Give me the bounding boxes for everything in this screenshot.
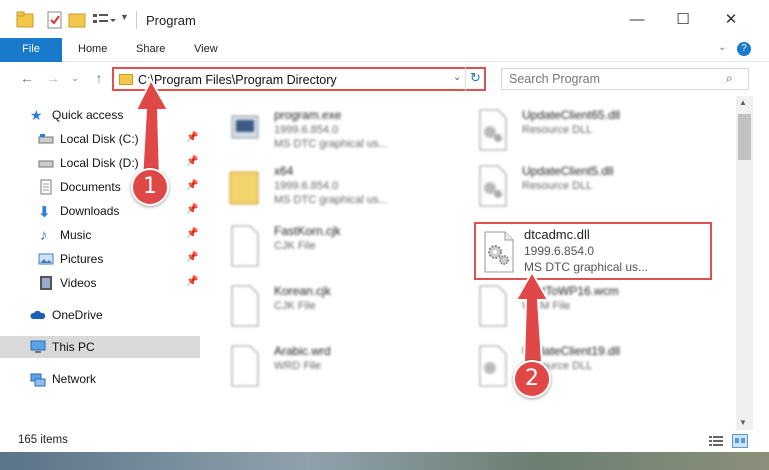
forward-arrow-icon[interactable]: →	[44, 68, 62, 88]
sidebar-item-pictures[interactable]: Pictures 📌	[0, 248, 200, 270]
folder-icon	[229, 171, 259, 205]
list-item[interactable]: FastKorn.cjk CJK File	[228, 220, 458, 274]
desktop-background	[0, 452, 769, 470]
drive-icon	[38, 160, 54, 168]
back-arrow-icon[interactable]: ←	[18, 68, 36, 88]
explorer-window: ▼ Program — ☐ ✕ File Home Share View ⌄ ?…	[0, 0, 769, 470]
tab-home[interactable]: Home	[78, 38, 107, 61]
refresh-icon[interactable]: ↻	[470, 70, 481, 86]
drive-icon	[38, 134, 54, 144]
properties-icon[interactable]	[46, 10, 64, 30]
videos-icon	[40, 276, 52, 290]
window-title: Program	[146, 13, 196, 28]
help-icon[interactable]: ?	[737, 42, 751, 56]
list-item[interactable]: Arabic.wrd WRD File	[228, 340, 458, 394]
tiles-view-icon[interactable]	[732, 434, 748, 448]
ribbon: File Home Share View ⌄ ?	[0, 38, 769, 92]
list-item[interactable]: UpdateClient5.dll Resource DLL	[476, 160, 706, 214]
tab-share[interactable]: Share	[136, 38, 165, 61]
list-item[interactable]: UpdateClient65.dll Resource DLL	[476, 104, 706, 158]
file-version: 1999.6.854.0	[524, 244, 595, 258]
callout-badge-2: 2	[513, 360, 551, 398]
pin-icon: 📌	[186, 204, 199, 215]
sidebar-item-downloads[interactable]: ⬇ Downloads 📌	[0, 200, 200, 222]
pin-icon: 📌	[186, 252, 199, 263]
details-view-icon[interactable]	[708, 435, 724, 447]
chevron-down-icon[interactable]: ▼	[120, 12, 129, 22]
minimize-button[interactable]: —	[614, 4, 660, 34]
dll-icon	[479, 165, 507, 207]
cloud-icon	[30, 310, 46, 319]
pin-icon: 📌	[186, 156, 199, 167]
pin-icon: 📌	[186, 228, 199, 239]
vertical-scrollbar[interactable]: ▲ ▼	[736, 96, 753, 430]
scroll-up-icon[interactable]: ▲	[739, 98, 747, 107]
sidebar-item-videos[interactable]: Videos 📌	[0, 272, 200, 294]
customize-toolbar-icon[interactable]	[92, 10, 116, 30]
music-icon: ♪	[40, 227, 48, 244]
dll-icon	[479, 109, 507, 151]
exe-icon	[231, 115, 259, 139]
list-item[interactable]: Korean.cjk CJK File	[228, 280, 458, 334]
tab-view[interactable]: View	[194, 38, 218, 61]
computer-icon	[30, 340, 46, 353]
title-bar: ▼ Program — ☐ ✕	[0, 0, 769, 38]
callout-arrow-2	[514, 272, 550, 363]
item-count: 165 items	[18, 434, 68, 446]
pictures-icon	[38, 253, 54, 265]
up-arrow-icon[interactable]: ↑	[90, 68, 108, 88]
title-separator	[136, 11, 137, 29]
search-input[interactable]: Search Program	[509, 72, 600, 86]
file-icon	[479, 285, 507, 327]
file-icon	[231, 345, 259, 387]
address-divider	[465, 67, 466, 91]
expand-ribbon-icon[interactable]: ⌄	[718, 42, 726, 53]
close-button[interactable]: ✕	[708, 4, 754, 34]
sidebar-item-network[interactable]: Network	[0, 368, 200, 390]
pin-icon: 📌	[186, 132, 199, 143]
sidebar-item-this-pc[interactable]: This PC	[0, 336, 200, 358]
maximize-icon: ☐	[676, 11, 690, 28]
minimize-icon: —	[629, 10, 645, 28]
address-dropdown-icon[interactable]: ⌄	[453, 72, 461, 83]
list-item[interactable]: x64 1999.6.854.0 MS DTC graphical us...	[228, 160, 458, 214]
folder-icon	[16, 11, 34, 28]
network-icon	[30, 373, 46, 387]
pin-icon: 📌	[186, 276, 199, 287]
documents-icon	[40, 179, 52, 195]
sidebar-item-onedrive[interactable]: OneDrive	[0, 304, 200, 326]
close-icon: ✕	[724, 11, 738, 28]
search-box[interactable]: Search Program ⌕	[501, 68, 749, 90]
list-item[interactable]: program.exe 1999.6.854.0 MS DTC graphica…	[228, 104, 458, 158]
file-icon	[231, 285, 259, 327]
dll-icon	[479, 345, 507, 387]
maximize-button[interactable]: ☐	[660, 4, 706, 34]
address-row: ← → ⌄ ↑ C:\Program Files\Program Directo…	[0, 62, 769, 94]
file-icon	[231, 225, 259, 267]
dll-gear-icon	[484, 231, 514, 273]
recent-locations-icon[interactable]: ⌄	[66, 68, 84, 88]
scroll-down-icon[interactable]: ▼	[739, 418, 747, 427]
sidebar-item-music[interactable]: ♪ Music 📌	[0, 224, 200, 246]
star-icon: ★	[30, 107, 43, 123]
download-icon: ⬇	[38, 204, 51, 221]
scroll-thumb[interactable]	[738, 114, 751, 160]
file-name: dtcadmc.dll	[524, 227, 590, 242]
search-icon[interactable]: ⌕	[726, 71, 733, 86]
new-folder-icon[interactable]	[68, 10, 86, 30]
callout-badge-1: 1	[131, 168, 169, 206]
pin-icon: 📌	[186, 180, 199, 191]
status-bar: 165 items	[0, 430, 769, 452]
